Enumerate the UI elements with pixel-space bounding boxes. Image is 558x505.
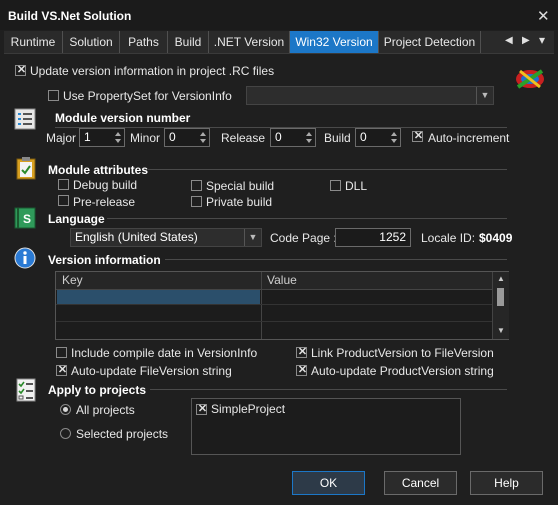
release-value: 0 <box>275 130 282 144</box>
grid-row-line <box>56 321 492 322</box>
dll-label: DLL <box>345 179 368 193</box>
tab-menu-icon[interactable]: ▾ <box>539 33 545 47</box>
auto-file-label: Auto-update FileVersion string <box>71 364 232 378</box>
module-attributes-heading: Module attributes <box>48 163 149 177</box>
scroll-up-icon[interactable]: ▲ <box>497 274 505 283</box>
release-label: Release <box>221 131 266 145</box>
link-product-checkbox[interactable]: ✕ <box>296 346 307 358</box>
update-rc-label: Update version information in project .R… <box>30 64 275 78</box>
private-build-checkbox[interactable] <box>191 196 202 207</box>
module-attributes-divider <box>148 169 507 170</box>
codepage-field[interactable]: 1252 <box>335 228 411 247</box>
tab-scroll-left-icon[interactable]: ◀ <box>505 35 513 46</box>
projects-list[interactable]: ✕ SimpleProject <box>191 398 461 455</box>
finalbuilder-logo-icon <box>516 69 544 89</box>
grid-scrollbar[interactable]: ▲ ▼ <box>492 272 509 339</box>
compile-date-checkbox[interactable] <box>56 347 67 358</box>
tab-net-version[interactable]: .NET Version <box>209 31 290 53</box>
pre-release-checkbox[interactable] <box>58 195 69 206</box>
auto-increment-checkbox[interactable]: ✕ <box>412 130 423 142</box>
close-icon[interactable]: ✕ <box>537 7 550 25</box>
all-projects-label: All projects <box>76 403 135 417</box>
debug-build-checkbox[interactable] <box>58 179 69 190</box>
spinner-icon[interactable] <box>389 130 399 145</box>
spinner-icon[interactable] <box>304 130 314 145</box>
selected-projects-label: Selected projects <box>76 427 169 441</box>
project-label: SimpleProject <box>211 402 286 416</box>
tab-scroll-right-icon[interactable]: ▶ <box>522 35 530 46</box>
major-value: 1 <box>84 130 91 144</box>
locale-value: $0409 <box>479 231 513 245</box>
dll-checkbox[interactable] <box>330 180 341 191</box>
tab-runtime[interactable]: Runtime <box>4 31 63 53</box>
special-build-label: Special build <box>206 179 275 193</box>
list-icon <box>14 108 36 130</box>
minor-label: Minor <box>130 131 161 145</box>
locale-label: Locale ID: <box>421 231 476 245</box>
language-dropdown[interactable]: English (United States) ▼ <box>70 228 262 247</box>
update-rc-checkbox[interactable]: ✕ <box>15 64 26 76</box>
all-projects-radio[interactable] <box>60 404 71 415</box>
help-button[interactable]: Help <box>470 471 543 495</box>
auto-increment-label: Auto-increment <box>428 131 510 145</box>
chevron-down-icon: ▼ <box>244 229 261 246</box>
build-field[interactable]: 0 <box>355 128 401 147</box>
language-divider <box>107 218 507 219</box>
tab-paths[interactable]: Paths <box>120 31 168 53</box>
private-build-label: Private build <box>206 195 273 209</box>
info-icon <box>14 247 36 269</box>
tab-solution[interactable]: Solution <box>63 31 120 53</box>
scroll-down-icon[interactable]: ▼ <box>497 326 505 335</box>
major-field[interactable]: 1 <box>79 128 125 147</box>
clipboard-check-icon <box>16 157 36 180</box>
version-info-grid[interactable]: Key Value ▲ ▼ <box>55 271 509 340</box>
project-checkbox[interactable]: ✕ <box>196 403 207 415</box>
chevron-down-icon: ▼ <box>476 87 493 104</box>
link-product-label: Link ProductVersion to FileVersion <box>311 346 494 360</box>
selected-projects-radio[interactable] <box>60 428 71 439</box>
major-label: Major <box>46 131 77 145</box>
apply-divider <box>150 389 507 390</box>
ok-button[interactable]: OK <box>292 471 365 495</box>
debug-build-label: Debug build <box>73 178 138 192</box>
tab-build[interactable]: Build <box>168 31 209 53</box>
window-title: Build VS.Net Solution <box>8 9 132 23</box>
tab-win32-version[interactable]: Win32 Version <box>290 31 379 53</box>
apply-heading: Apply to projects <box>48 383 147 397</box>
pre-release-label: Pre-release <box>73 195 136 209</box>
auto-product-checkbox[interactable]: ✕ <box>296 364 307 376</box>
codepage-label: Code Page : <box>270 231 337 245</box>
scroll-thumb[interactable] <box>497 288 504 306</box>
propertyset-dropdown[interactable]: ▼ <box>246 86 494 105</box>
language-value: English (United States) <box>75 230 198 244</box>
release-field[interactable]: 0 <box>270 128 316 147</box>
spinner-icon[interactable] <box>198 130 208 145</box>
version-info-heading: Version information <box>48 253 161 267</box>
minor-value: 0 <box>169 130 176 144</box>
auto-file-checkbox[interactable]: ✕ <box>56 364 67 376</box>
svg-text:S: S <box>23 212 31 226</box>
module-version-heading: Module version number <box>55 111 191 125</box>
propertyset-label: Use PropertySet for VersionInfo <box>63 89 232 103</box>
grid-row-line <box>56 304 492 305</box>
table-row[interactable] <box>57 290 260 304</box>
grid-column-divider <box>261 272 262 339</box>
grid-column-value[interactable]: Value <box>267 273 297 287</box>
build-label: Build <box>324 131 351 145</box>
spinner-icon[interactable] <box>113 130 123 145</box>
tab-project-detection[interactable]: Project Detection <box>379 31 481 53</box>
auto-product-label: Auto-update ProductVersion string <box>311 364 494 378</box>
grid-column-key[interactable]: Key <box>62 273 83 287</box>
language-book-icon: S <box>14 207 36 229</box>
cancel-button[interactable]: Cancel <box>384 471 457 495</box>
build-value: 0 <box>360 130 367 144</box>
compile-date-label: Include compile date in VersionInfo <box>71 346 258 360</box>
minor-field[interactable]: 0 <box>164 128 210 147</box>
propertyset-checkbox[interactable] <box>48 90 59 101</box>
language-heading: Language <box>48 212 105 226</box>
checklist-icon <box>16 378 36 402</box>
special-build-checkbox[interactable] <box>191 180 202 191</box>
version-info-divider <box>165 259 507 260</box>
